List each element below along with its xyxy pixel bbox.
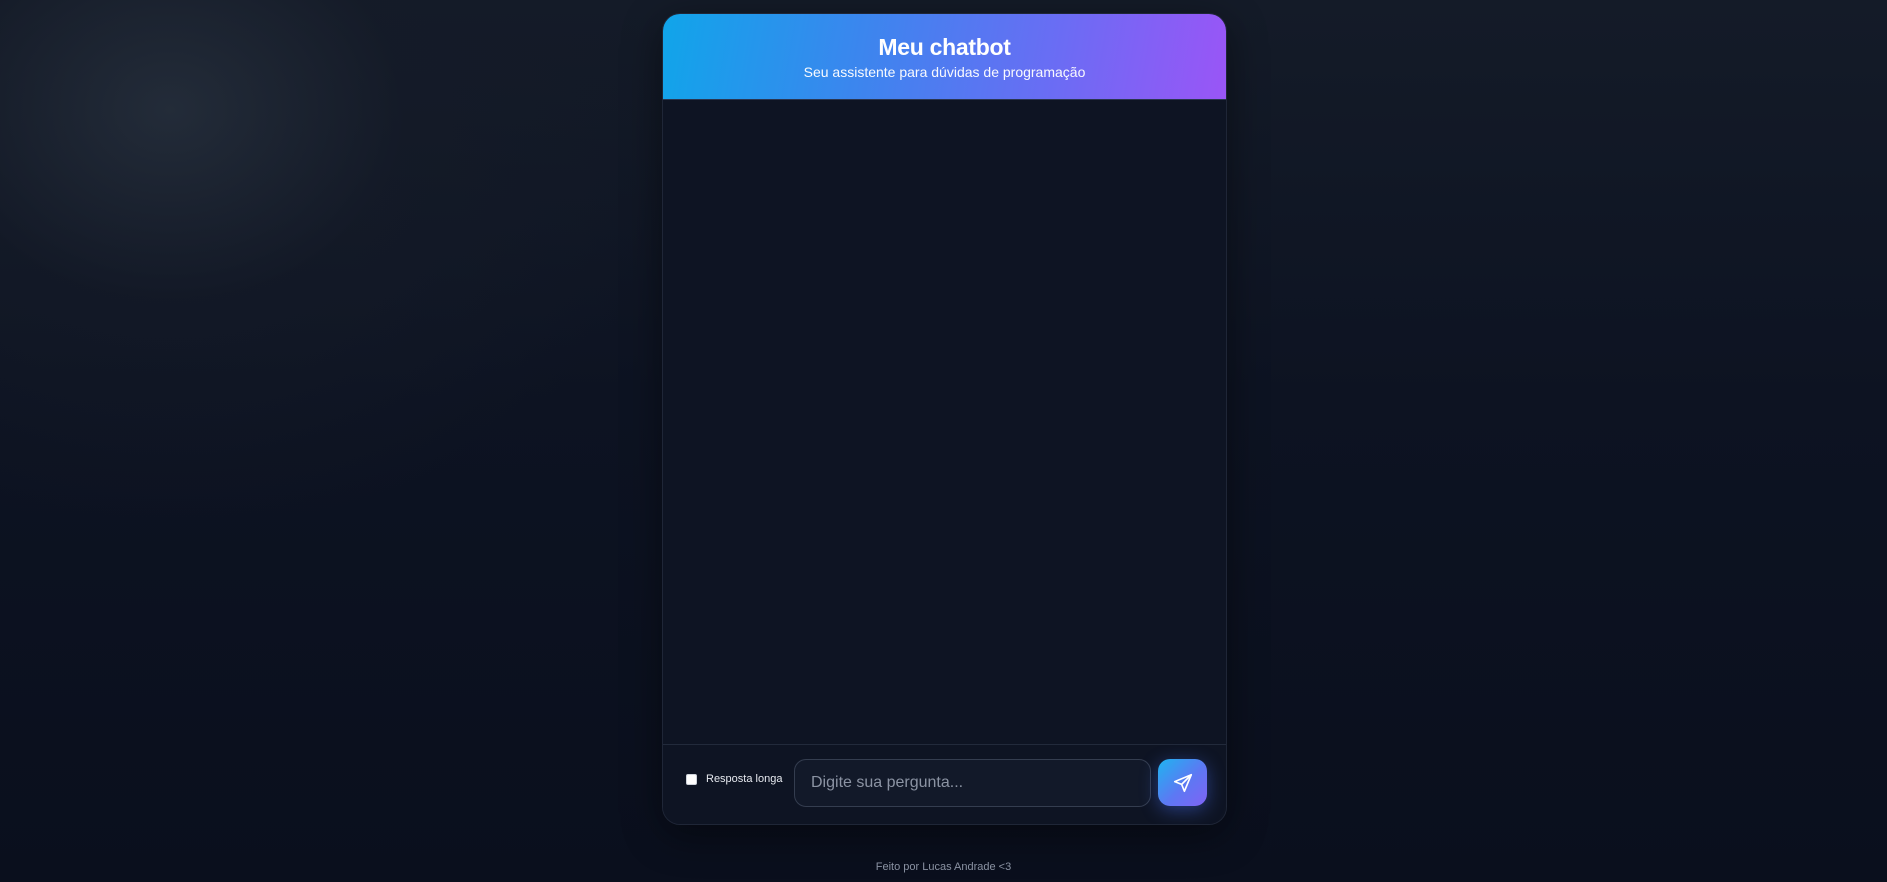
- long-answer-toggle[interactable]: Resposta longa: [686, 773, 782, 785]
- question-input[interactable]: [794, 759, 1151, 807]
- long-answer-checkbox[interactable]: [686, 773, 697, 785]
- send-paper-plane-icon: [1172, 772, 1194, 794]
- footer-credit: Feito por Lucas Andrade <3: [875, 861, 1012, 873]
- composer-bar: Resposta longa: [663, 744, 1226, 824]
- send-button[interactable]: [1158, 759, 1207, 806]
- chat-title: Meu chatbot: [878, 33, 1011, 60]
- long-answer-label: Resposta longa: [706, 773, 783, 785]
- chat-header: Meu chatbot Seu assistente para dúvidas …: [663, 14, 1226, 100]
- chat-subtitle: Seu assistente para dúvidas de programaç…: [803, 63, 1086, 80]
- chat-window: Meu chatbot Seu assistente para dúvidas …: [662, 13, 1227, 825]
- message-list[interactable]: [663, 100, 1226, 746]
